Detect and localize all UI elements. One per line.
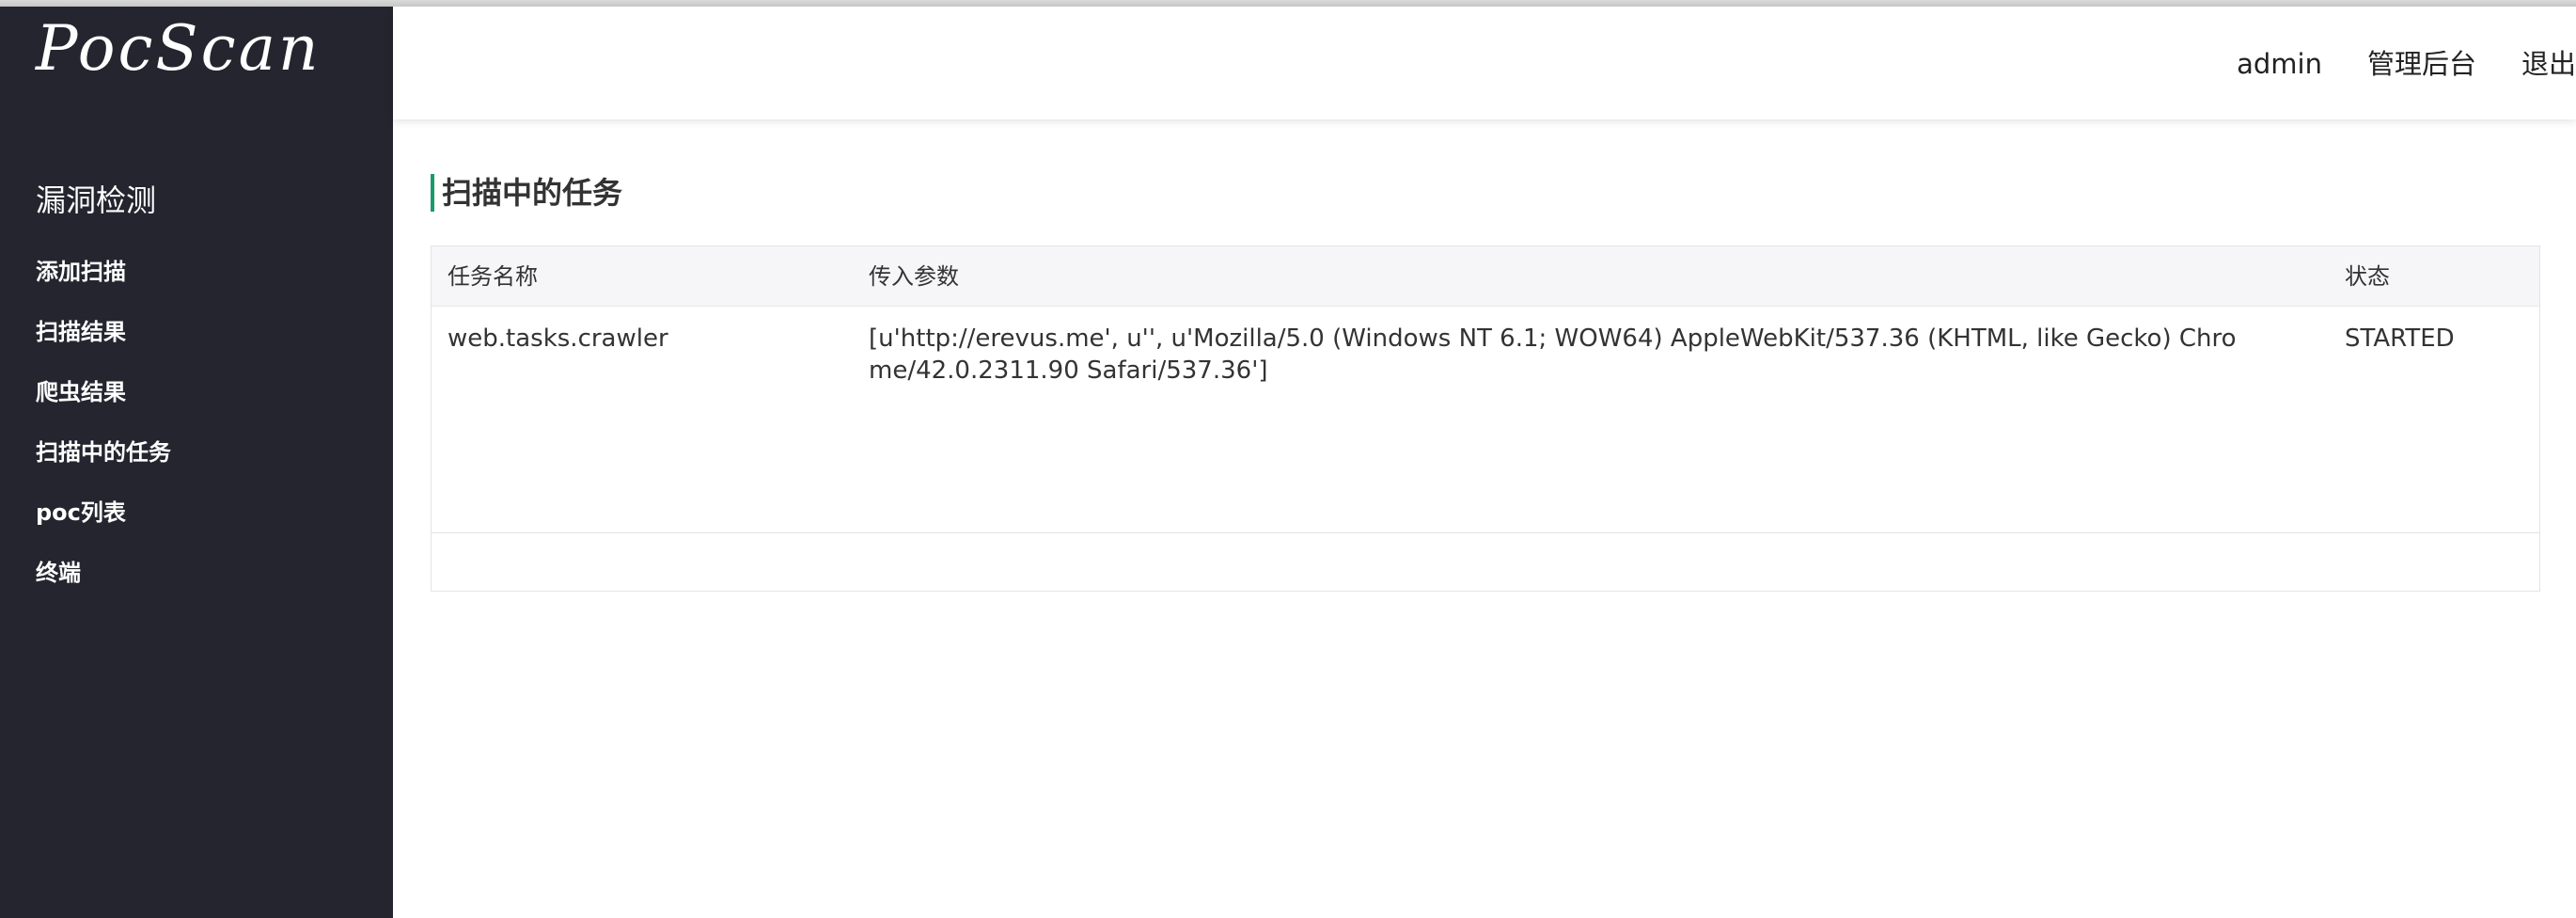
page-title: 扫描中的任务	[431, 174, 622, 212]
table-header: 任务名称 传入参数 状态	[432, 246, 2539, 307]
task-args-cell: [u'http://erevus.me', u'', u'Mozilla/5.0…	[869, 324, 2237, 385]
sidebar-item-terminal[interactable]: 终端	[36, 554, 171, 614]
sidebar-item-add-scan[interactable]: 添加扫描	[36, 253, 171, 313]
column-header-task-name: 任务名称	[448, 263, 538, 290]
task-status-cell: STARTED	[2345, 324, 2455, 353]
tasks-table: 任务名称 传入参数 状态 web.tasks.crawler [u'http:/…	[431, 245, 2540, 592]
top-bar: admin 管理后台 退出	[393, 7, 2576, 119]
task-name-cell: web.tasks.crawler	[448, 324, 668, 353]
sidebar-item-scan-results[interactable]: 扫描结果	[36, 313, 171, 373]
main-content: 扫描中的任务 任务名称 传入参数 状态 web.tasks.crawler [u…	[393, 119, 2576, 918]
app-logo[interactable]: PocScan	[36, 18, 321, 80]
admin-panel-link[interactable]: 管理后台	[2367, 40, 2476, 87]
sidebar: PocScan 漏洞检测 添加扫描 扫描结果 爬虫结果 扫描中的任务 poc列表…	[0, 7, 393, 918]
sidebar-menu: 添加扫描 扫描结果 爬虫结果 扫描中的任务 poc列表 终端	[36, 253, 171, 614]
table-footer	[432, 532, 2539, 591]
sidebar-item-running-tasks[interactable]: 扫描中的任务	[36, 434, 171, 494]
column-header-status: 状态	[2345, 263, 2390, 290]
column-header-arguments: 传入参数	[869, 263, 959, 290]
sidebar-heading: 漏洞检测	[36, 182, 157, 218]
browser-top-border	[0, 0, 2576, 7]
sidebar-item-poc-list[interactable]: poc列表	[36, 494, 171, 554]
top-nav: admin 管理后台 退出	[2237, 40, 2576, 87]
logout-link[interactable]: 退出	[2521, 40, 2576, 87]
sidebar-item-crawler-results[interactable]: 爬虫结果	[36, 373, 171, 434]
user-link[interactable]: admin	[2237, 40, 2322, 87]
